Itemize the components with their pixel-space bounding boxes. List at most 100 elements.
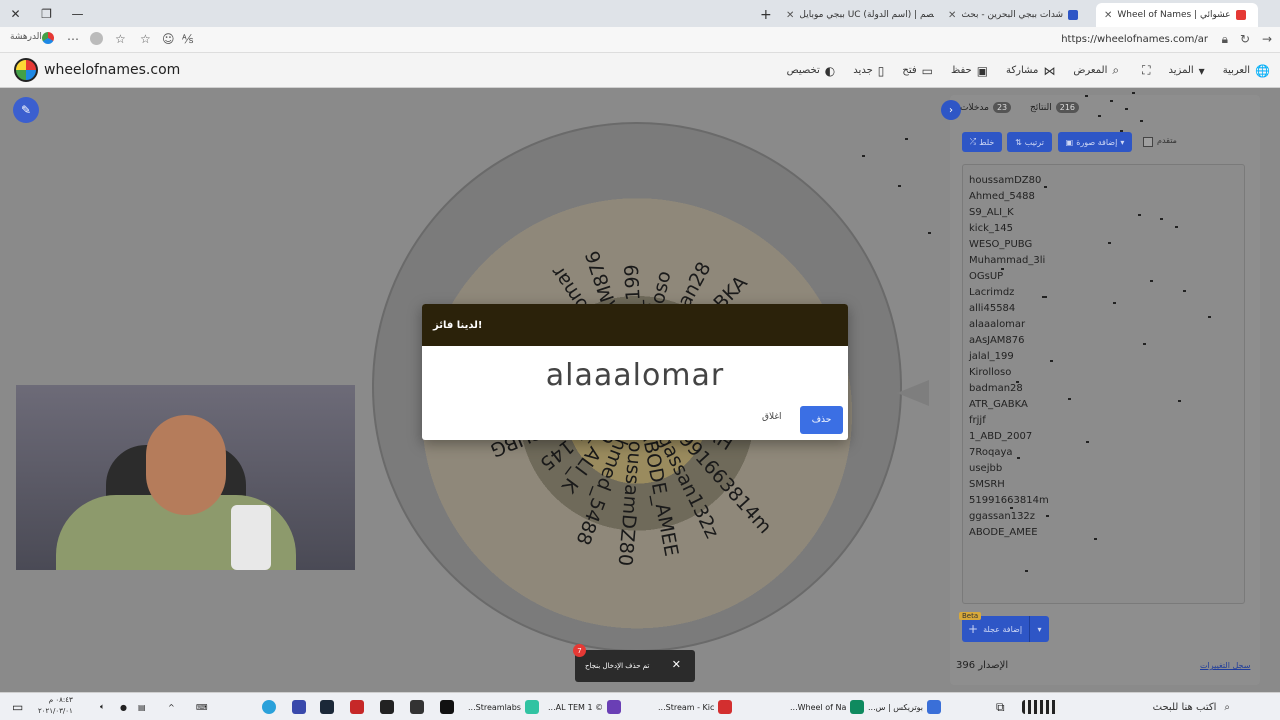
menu-item-share[interactable]: مشاركة ⋈ — [1006, 64, 1055, 78]
menu-item-new-file[interactable]: جديد ▯ — [853, 64, 884, 78]
confetti-piece — [1046, 515, 1049, 517]
tab-results[interactable]: النتائج 216 — [1030, 102, 1080, 113]
restore-window-icon[interactable]: ❐ — [31, 0, 62, 27]
webcam-overlay — [16, 385, 355, 570]
brand[interactable]: wheelofnames.com — [14, 58, 180, 82]
changelog-link[interactable]: سجل التغييرات — [1200, 661, 1250, 670]
add-image-label: إضافة صورة — [1076, 137, 1118, 147]
main-menu: العربية 🌐 المزيد ▾ ⛶ المعرض ⌕ مشاركة ⋈ حفظ ▣ فتح ▭ جد… — [787, 53, 1270, 88]
app-icon — [850, 700, 865, 714]
list-item: 7Roqaya — [969, 447, 1013, 458]
app-icon — [607, 700, 622, 714]
tab-label: النتائج — [1030, 102, 1052, 113]
chevron-down-icon[interactable]: ▾ — [1120, 138, 1124, 147]
telegram-icon[interactable] — [262, 697, 276, 717]
confetti-piece — [1010, 507, 1013, 509]
extensions-icon[interactable]: ☺ — [162, 32, 175, 46]
clock-date: ٢٠٢١/٠٣/٠١ — [38, 707, 73, 715]
list-item: Muhammad_3li — [969, 255, 1046, 266]
menu-item-label: حفظ — [950, 65, 972, 76]
list-item: ABODE_AMEE — [969, 527, 1038, 538]
tab-entries[interactable]: مدخلات 23 — [960, 102, 1012, 113]
copilot-icon[interactable] — [42, 32, 54, 44]
keyboard-icon[interactable]: ⌨ — [196, 697, 208, 717]
add-image-button[interactable]: ▣ إضافة صورة ▾ — [1058, 132, 1132, 152]
zebra-widget-icon[interactable] — [1022, 697, 1058, 717]
notification-icon[interactable]: ▭ — [12, 697, 23, 717]
tab-pubg[interactable]: ✕ ببجي موبايل UC (اسم الدولة) | خصم — [778, 3, 934, 27]
network-icon[interactable]: ▤ — [138, 697, 146, 717]
plus-icon: + — [968, 622, 979, 636]
app-icon — [524, 700, 539, 714]
confetti-piece — [1110, 100, 1113, 102]
taskbar-app[interactable]: ...Wheel of Na — [790, 697, 865, 717]
app-icon[interactable] — [292, 697, 306, 717]
menu-item-chevron-down[interactable]: المزيد ▾ — [1169, 64, 1205, 78]
tab-search[interactable]: ✕ شدات ببجي البحرين - بحث — [940, 3, 1090, 27]
mic-icon[interactable]: ● — [120, 697, 127, 717]
menu-item-globe[interactable]: العربية 🌐 — [1223, 64, 1270, 78]
confetti-piece — [1017, 457, 1020, 459]
close-tab-icon[interactable]: ✕ — [786, 10, 794, 21]
show-hidden-icon[interactable]: ^ — [168, 697, 175, 717]
sort-button[interactable]: ⇅ ترتيب — [1007, 132, 1052, 152]
close-button[interactable]: اغلاق — [762, 412, 782, 422]
app-icon[interactable] — [410, 697, 424, 717]
menu-item-folder[interactable]: فتح ▭ — [902, 64, 933, 78]
entries-textarea[interactable]: houssamDZ80 Ahmed_5488 S9_ALI_K kick_145 WES… — [962, 164, 1245, 604]
menu-item-save[interactable]: حفظ ▣ — [951, 64, 988, 78]
new-tab-button[interactable]: + — [752, 3, 772, 27]
back-icon[interactable]: → — [1262, 32, 1272, 46]
translate-icon[interactable]: ⅍ — [182, 32, 193, 46]
list-item: S9_ALI_K — [969, 207, 1014, 218]
favorites-icon[interactable]: ☆ — [115, 32, 126, 46]
menu-item-search[interactable]: المعرض ⌕ — [1073, 63, 1119, 78]
confetti-piece — [862, 155, 865, 157]
reload-icon[interactable]: ↻ — [1240, 32, 1250, 46]
minimize-window-icon[interactable]: — — [62, 0, 93, 27]
list-item: 1_ABD_2007 — [969, 431, 1033, 442]
taskbar-app[interactable]: ...Streamlabs — [468, 697, 539, 717]
taskbar-app[interactable]: ...Stream - Kic — [658, 697, 733, 717]
close-tab-icon[interactable]: ✕ — [948, 10, 956, 21]
remove-button[interactable]: حذف — [800, 406, 843, 434]
profile-label[interactable]: الدرهشة — [10, 32, 42, 42]
beta-badge: Beta — [959, 612, 982, 620]
taskbar-app[interactable]: ...AL TEM 1 © — [548, 697, 622, 717]
advanced-checkbox[interactable] — [1143, 137, 1153, 147]
confetti-piece — [1143, 343, 1146, 345]
collapse-panel-icon[interactable]: › — [941, 100, 961, 120]
list-item: usejbb — [969, 463, 1003, 474]
menu-item-label: مشاركة — [1006, 65, 1039, 76]
star-icon[interactable]: ☆ — [140, 32, 151, 46]
shuffle-button[interactable]: ⤮ خلط — [962, 132, 1002, 152]
menu-item-palette[interactable]: تخصيص ◐ — [787, 64, 836, 78]
tab-wheel-of-names[interactable]: ✕ Wheel of Names | عشوائي — [1096, 3, 1258, 27]
close-window-icon[interactable]: ✕ — [0, 0, 31, 27]
toast-notification: تم حذف الإدخال بنجاح ✕ 7 — [573, 644, 695, 682]
url-field[interactable]: https://wheelofnames.com/ar — [1061, 34, 1208, 45]
confetti-piece — [1086, 441, 1089, 443]
capcut-icon[interactable] — [380, 697, 394, 717]
clock[interactable]: ٠٨:٤٣ م ٢٠٢١/٠٣/٠١ — [38, 695, 73, 717]
confetti-piece — [1150, 280, 1153, 282]
app-icon[interactable] — [350, 697, 364, 717]
address-bar: الدرهشة ⋯ ☆ ☆ ☺ ⅍ https://wheelofnames.c… — [0, 27, 1280, 53]
confetti-piece — [1001, 268, 1004, 270]
menu-item-label: المزيد — [1168, 65, 1194, 76]
task-view-icon[interactable]: ⧉ — [996, 697, 1005, 717]
menu-item-fullscreen[interactable]: ⛶ — [1137, 63, 1150, 78]
more-icon[interactable]: ⋯ — [67, 32, 79, 46]
avatar[interactable] — [90, 32, 103, 45]
tiktok-icon[interactable] — [440, 697, 454, 717]
steam-icon[interactable] — [320, 697, 334, 717]
confetti-piece — [1183, 290, 1186, 292]
chevron-down-icon[interactable]: ▾ — [1029, 616, 1049, 642]
edit-icon[interactable]: ✎ — [13, 97, 39, 123]
close-icon[interactable]: ✕ — [672, 658, 681, 671]
volume-icon[interactable]: 🔈︎ — [100, 697, 105, 717]
close-tab-icon[interactable]: ✕ — [1104, 10, 1112, 21]
taskbar-app[interactable]: ...بوتريكس | س — [868, 697, 942, 717]
list-item: Kirolloso — [969, 367, 1012, 378]
taskbar-search[interactable]: اكتب هنا للبحث ⌕ — [1070, 696, 1230, 718]
